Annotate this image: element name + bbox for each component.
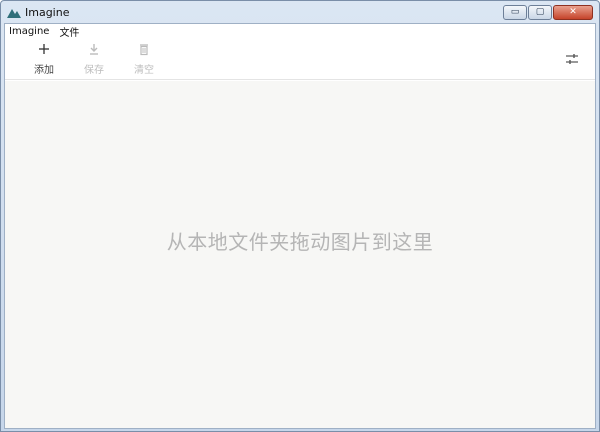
download-icon bbox=[90, 44, 98, 55]
window-title: Imagine bbox=[25, 5, 70, 19]
close-button[interactable]: ✕ bbox=[553, 5, 593, 20]
save-label: 保存 bbox=[84, 65, 104, 76]
app-window: Imagine ▭ ▢ ✕ Imagine 文件 添加 保存 清空 从本地文件夹… bbox=[0, 0, 600, 432]
menu-bar: Imagine 文件 bbox=[5, 24, 595, 39]
clear-label: 清空 bbox=[134, 65, 154, 76]
maximize-button[interactable]: ▢ bbox=[528, 5, 552, 20]
add-label: 添加 bbox=[34, 65, 54, 76]
menu-imagine[interactable]: Imagine bbox=[9, 26, 49, 37]
sliders-icon[interactable] bbox=[565, 52, 579, 66]
client-area: Imagine 文件 添加 保存 清空 从本地文件夹拖动图片到这里 bbox=[4, 23, 596, 429]
window-controls: ▭ ▢ ✕ bbox=[503, 5, 593, 20]
minimize-button[interactable]: ▭ bbox=[503, 5, 527, 20]
menu-file[interactable]: 文件 bbox=[59, 24, 79, 39]
trash-icon bbox=[140, 44, 148, 56]
plus-icon bbox=[39, 44, 49, 54]
image-drop-zone[interactable]: 从本地文件夹拖动图片到这里 bbox=[5, 81, 595, 428]
title-bar[interactable]: Imagine ▭ ▢ ✕ bbox=[1, 1, 599, 23]
mountain-logo-icon bbox=[7, 9, 21, 18]
clear-button[interactable]: 清空 bbox=[119, 38, 169, 76]
drop-hint-text: 从本地文件夹拖动图片到这里 bbox=[166, 230, 434, 254]
add-button[interactable]: 添加 bbox=[19, 38, 69, 76]
toolbar: 添加 保存 清空 bbox=[5, 38, 595, 80]
save-button[interactable]: 保存 bbox=[69, 38, 119, 76]
